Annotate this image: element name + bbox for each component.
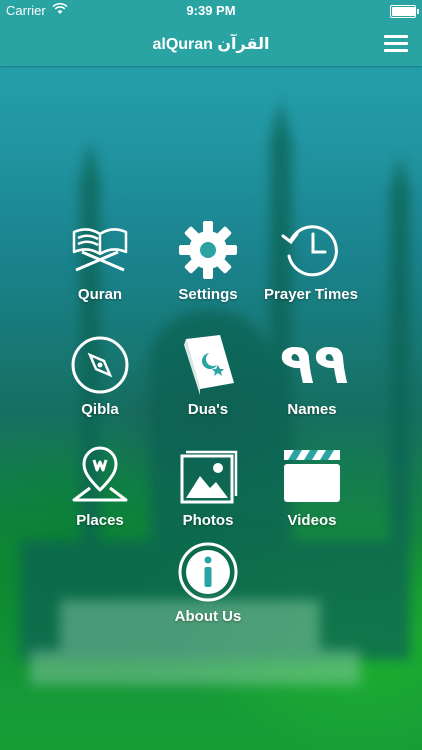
qibla-label: Qibla	[81, 401, 119, 418]
nav-bar: alQuran القرآن	[0, 22, 422, 66]
info-icon	[178, 542, 238, 602]
status-bar: Carrier 9:39 PM	[0, 0, 422, 22]
map-pin-icon	[72, 446, 128, 502]
qibla-button[interactable]: Qibla	[40, 333, 160, 418]
settings-button[interactable]: Settings	[148, 218, 268, 303]
compass-icon	[71, 336, 129, 394]
videos-label: Videos	[287, 512, 337, 529]
clock-history-icon	[281, 225, 338, 277]
clock: 9:39 PM	[186, 3, 236, 18]
photo-gallery-icon	[180, 450, 238, 504]
hamburger-menu-icon[interactable]	[384, 33, 408, 55]
prayer-times-button[interactable]: Prayer Times	[256, 218, 366, 303]
photos-label: Photos	[182, 512, 234, 529]
settings-label: Settings	[178, 286, 238, 303]
quran-button[interactable]: Quran	[40, 218, 160, 303]
clapperboard-icon	[284, 450, 340, 502]
about-us-button[interactable]: About Us	[148, 540, 268, 625]
arabic-99-icon: ٩٩	[280, 332, 349, 397]
battery-icon	[390, 5, 419, 18]
places-button[interactable]: Places	[40, 444, 160, 529]
photos-button[interactable]: Photos	[148, 444, 268, 529]
names-button[interactable]: ٩٩ Names	[252, 332, 372, 419]
quran-label: Quran	[77, 286, 123, 303]
battery-level	[392, 7, 415, 16]
about-us-label: About Us	[174, 608, 242, 625]
duas-label: Dua's	[187, 401, 229, 418]
open-quran-book-icon	[72, 228, 128, 272]
videos-button[interactable]: Videos	[252, 444, 372, 529]
prayer-times-label: Prayer Times	[264, 286, 358, 303]
gear-icon	[179, 221, 237, 279]
prayer-book-icon	[184, 335, 234, 395]
names-label: Names	[287, 401, 337, 418]
app-title: alQuran القرآن	[152, 36, 270, 53]
duas-button[interactable]: Dua's	[148, 333, 268, 418]
places-label: Places	[76, 512, 124, 529]
